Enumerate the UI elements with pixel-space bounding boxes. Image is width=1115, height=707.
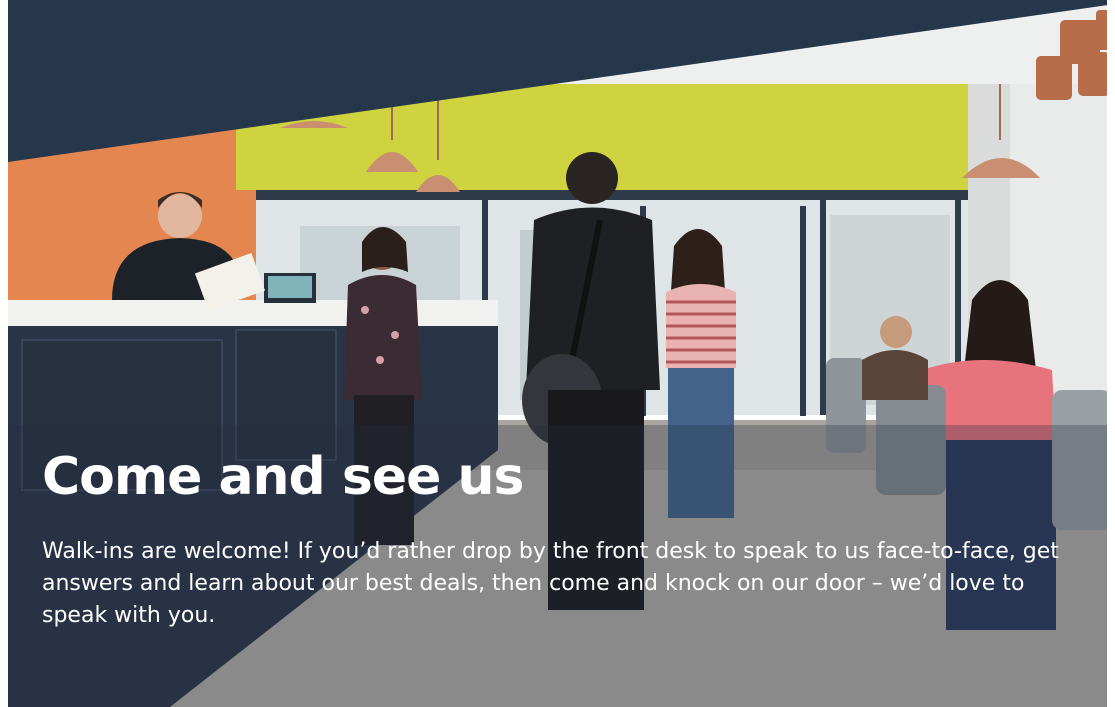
hero-section: Come and see us Walk-ins are welcome! If… <box>0 0 1115 707</box>
hero-title: Come and see us <box>42 447 524 507</box>
hero-description: Walk-ins are welcome! If you’d rather dr… <box>42 539 1059 628</box>
